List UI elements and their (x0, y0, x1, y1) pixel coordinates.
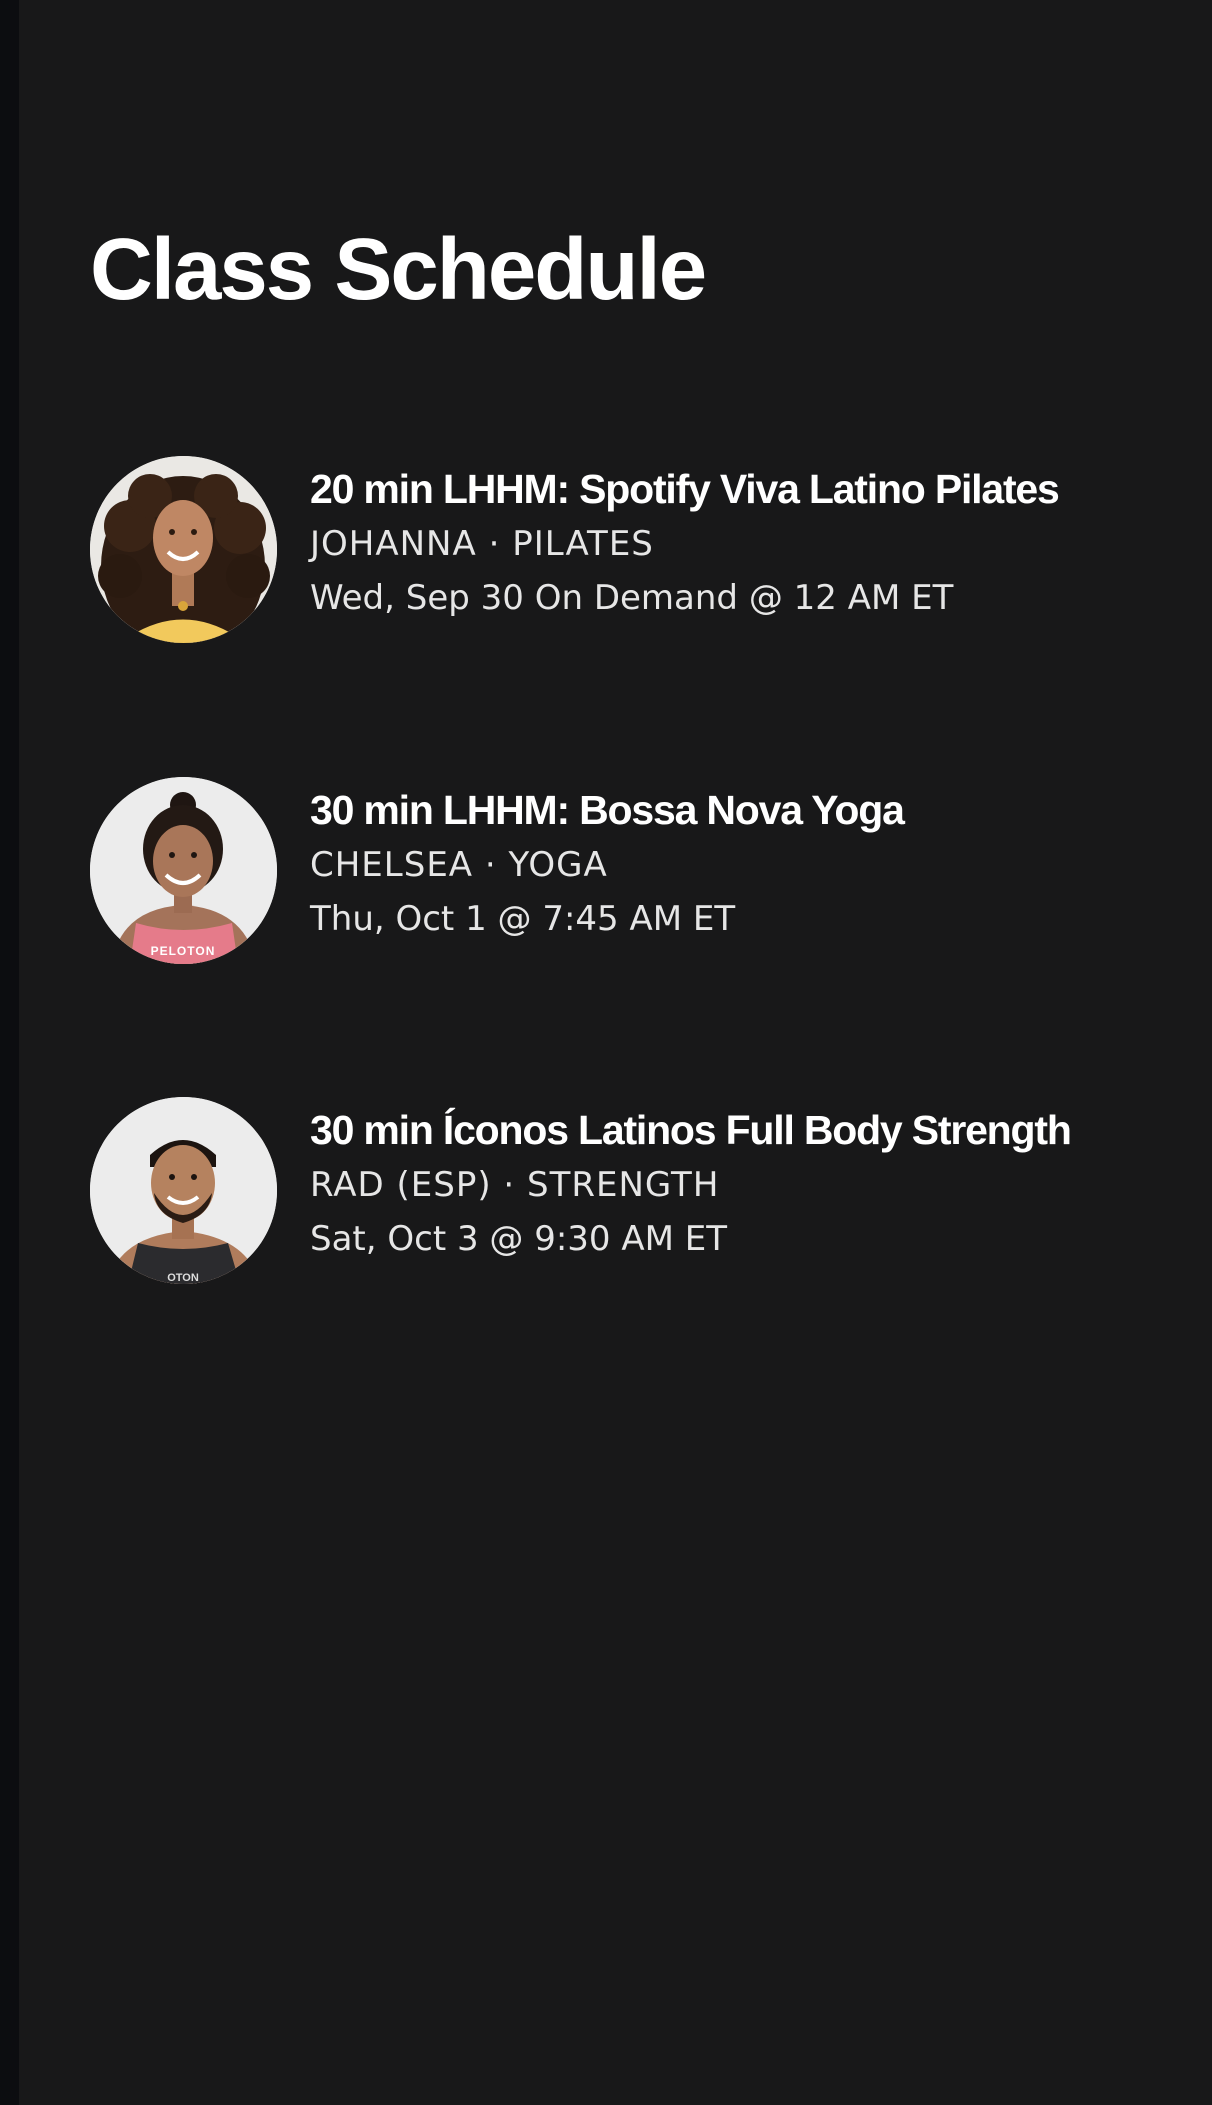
class-time: Sat, Oct 3 @ 9:30 AM ET (310, 1219, 728, 1259)
class-item-johanna[interactable]: 20 min LHHM: Spotify Viva Latino Pilates… (90, 456, 1150, 646)
instructor-name: CHELSEA (310, 845, 474, 885)
meta-separator: · (488, 524, 501, 564)
page-title: Class Schedule (90, 221, 707, 318)
shirt-logo-text: PELOTON (151, 944, 216, 958)
class-category: STRENGTH (527, 1165, 720, 1205)
shirt-logo-text: OTON (167, 1272, 199, 1284)
instructor-photo-rad-icon: OTON (90, 1097, 277, 1284)
class-meta: JOHANNA · PILATES (310, 522, 654, 566)
instructor-name: RAD (ESP) (310, 1165, 492, 1205)
class-meta: RAD (ESP) · STRENGTH (310, 1163, 719, 1207)
screen: Class Schedule 20 min LHHM: Spotify Viva… (0, 0, 1212, 2105)
meta-separator: · (484, 845, 497, 885)
class-title: 20 min LHHM: Spotify Viva Latino Pilates (310, 466, 1060, 512)
instructor-avatar: PELOTON (90, 777, 277, 964)
class-item-rad[interactable]: OTON 30 min Íconos Latinos Full Body Str… (90, 1097, 1150, 1287)
left-edge-strip (0, 0, 19, 2105)
class-time: Wed, Sep 30 On Demand @ 12 AM ET (310, 578, 954, 618)
class-meta: CHELSEA · YOGA (310, 843, 608, 887)
instructor-avatar (90, 456, 277, 643)
class-category: PILATES (512, 524, 654, 564)
class-title: 30 min Íconos Latinos Full Body Strength (310, 1107, 1072, 1153)
class-title: 30 min LHHM: Bossa Nova Yoga (310, 787, 905, 833)
class-item-chelsea[interactable]: PELOTON 30 min LHHM: Bossa Nova Yoga CHE… (90, 777, 1150, 967)
instructor-name: JOHANNA (310, 524, 477, 564)
class-time: Thu, Oct 1 @ 7:45 AM ET (310, 899, 736, 939)
instructor-photo-chelsea-icon: PELOTON (90, 777, 277, 964)
meta-separator: · (503, 1165, 516, 1205)
instructor-avatar: OTON (90, 1097, 277, 1284)
class-category: YOGA (508, 845, 608, 885)
instructor-photo-johanna-icon (90, 456, 277, 643)
